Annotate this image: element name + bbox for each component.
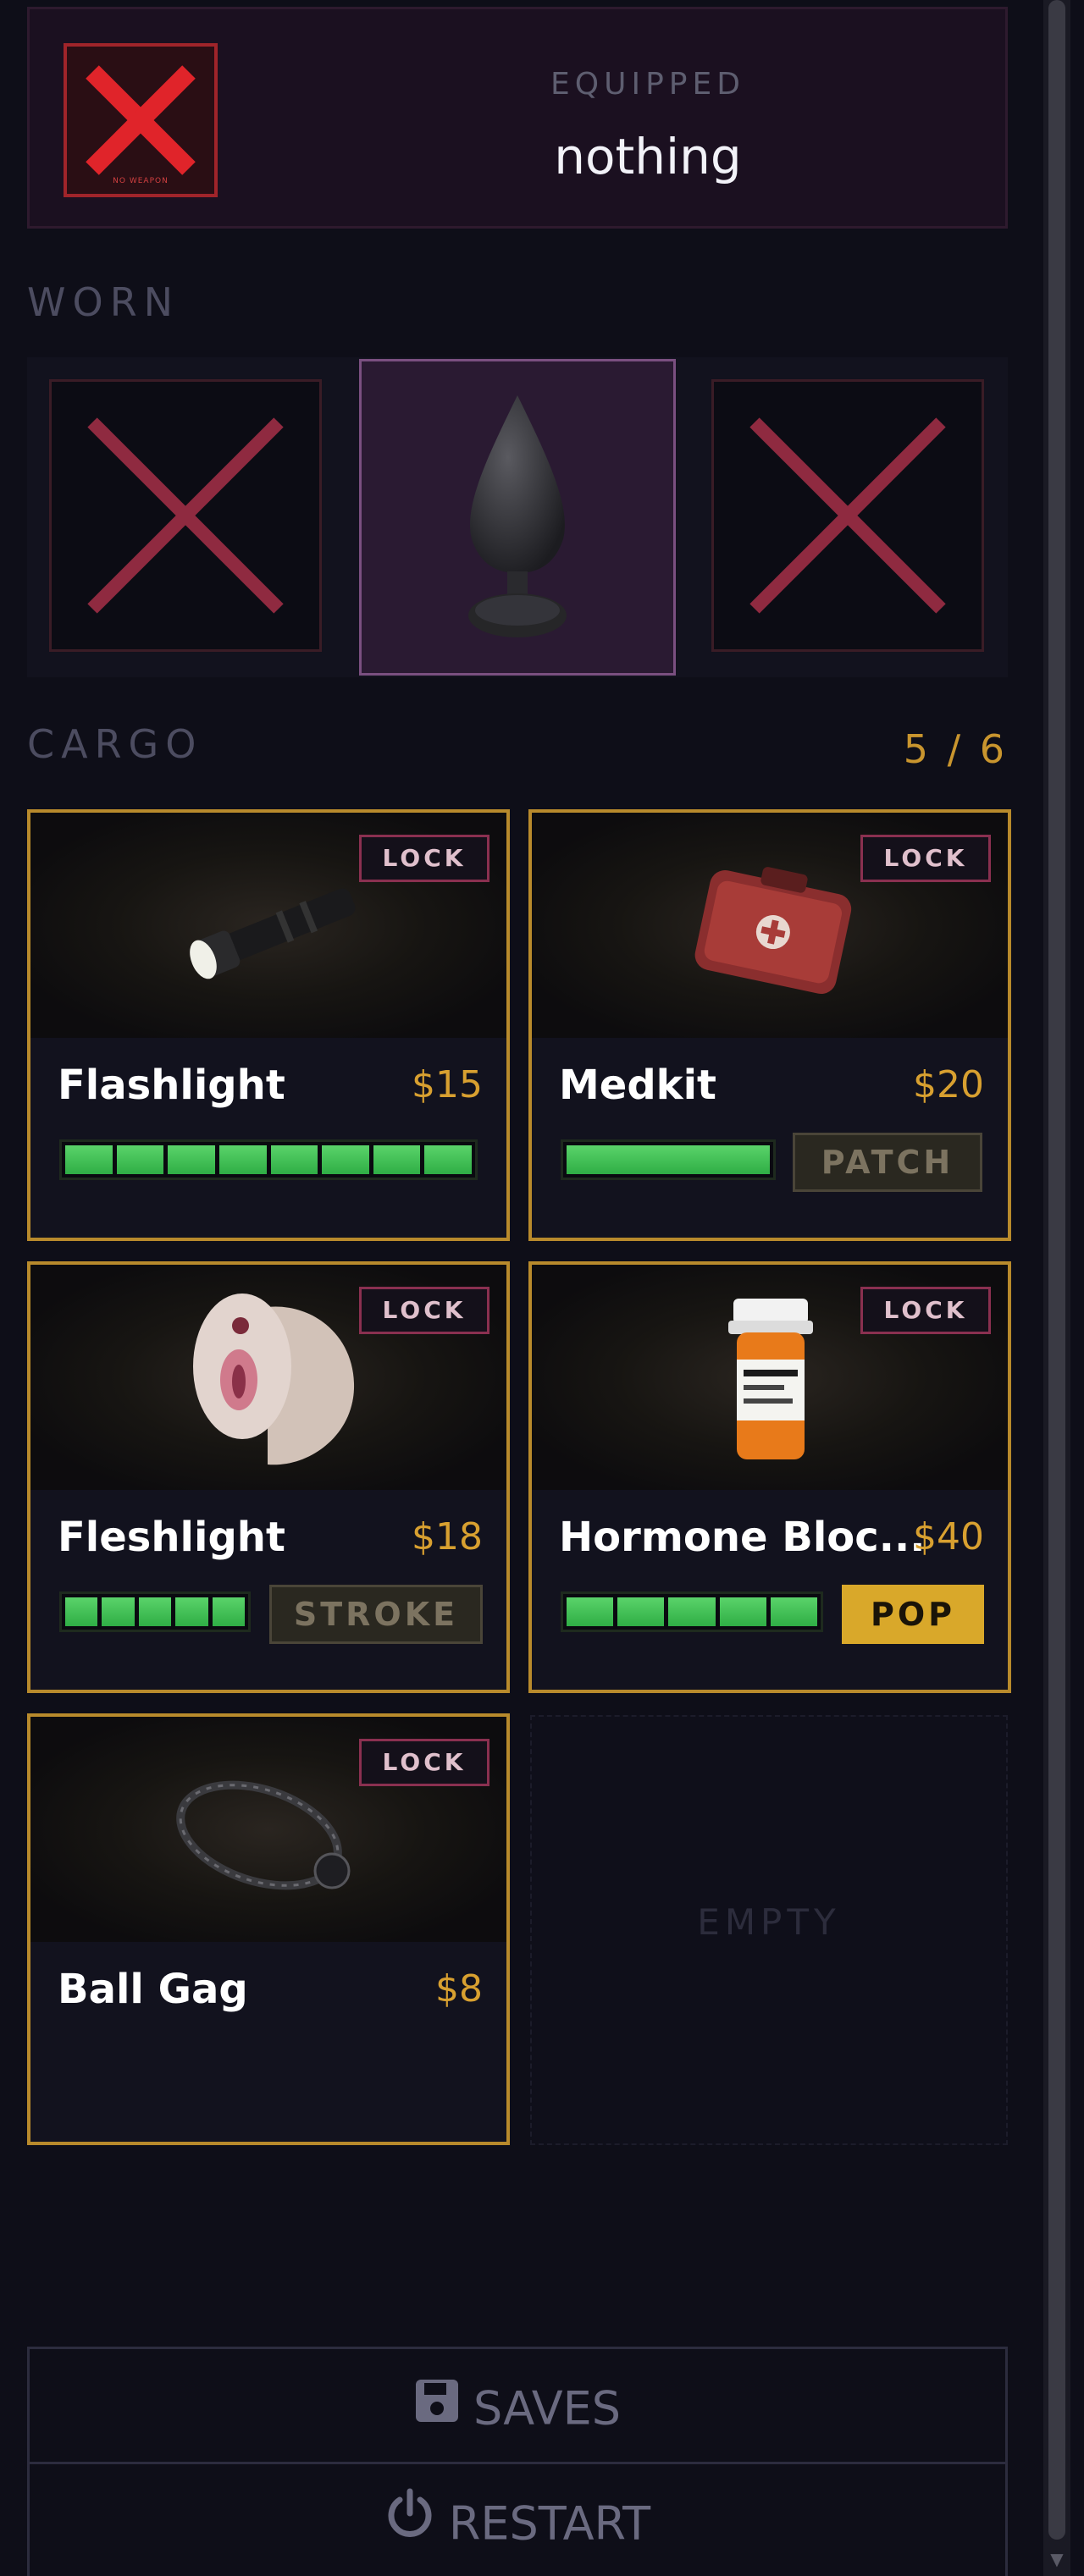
equipped-panel: NO WEAPON EQUIPPED nothing	[27, 7, 1008, 229]
power-icon	[384, 2467, 435, 2576]
lock-button[interactable]: LOCK	[860, 835, 991, 882]
bar-segment	[322, 1145, 369, 1174]
no-weapon-text: NO WEAPON	[113, 177, 169, 185]
item-image: LOCK	[30, 1265, 506, 1490]
durability-bar	[59, 1591, 251, 1632]
bar-segment	[102, 1597, 135, 1626]
scroll-down-arrow-icon[interactable]: ▼	[1043, 2547, 1070, 2571]
bar-segment	[65, 1597, 98, 1626]
scrollbar[interactable]: ▼	[1043, 0, 1070, 2576]
lock-button[interactable]: LOCK	[359, 835, 489, 882]
cargo-item-flashlight[interactable]: LOCK Flashlight $15	[27, 809, 510, 1241]
bar-segment	[175, 1597, 208, 1626]
saves-label: SAVES	[473, 2381, 622, 2435]
worn-label: WORN	[27, 279, 180, 325]
stroke-button[interactable]: STROKE	[269, 1585, 483, 1644]
item-info: Hormone Bloc... $40 POP	[532, 1490, 1008, 1690]
item-name: Medkit	[559, 1062, 716, 1109]
item-name: Fleshlight	[58, 1514, 285, 1561]
bar-segment	[424, 1145, 472, 1174]
cargo-item-ball-gag[interactable]: LOCK Ball Gag $8	[27, 1713, 510, 2145]
bar-segment	[617, 1597, 665, 1626]
equipped-caption: EQUIPPED	[550, 67, 745, 102]
save-icon	[414, 2352, 460, 2465]
cargo-item-fleshlight[interactable]: LOCK Fleshlight $18 STROKE	[27, 1261, 510, 1693]
pop-button[interactable]: POP	[842, 1585, 984, 1644]
empty-label: EMPTY	[697, 1901, 841, 1943]
bar-segment	[373, 1145, 421, 1174]
item-image: LOCK	[532, 813, 1008, 1038]
item-price: $8	[435, 1967, 483, 2011]
bar-segment	[770, 1597, 818, 1626]
saves-button[interactable]: SAVES	[27, 2347, 1008, 2465]
plug-icon	[468, 395, 567, 637]
item-image: LOCK	[30, 813, 506, 1038]
bar-segment	[218, 1145, 267, 1174]
bar-segment	[567, 1597, 614, 1626]
bar-segment	[567, 1145, 770, 1174]
cargo-item-hormone-blocker[interactable]: LOCK Hormone Bloc... $40 POP	[528, 1261, 1011, 1693]
item-name: Hormone Bloc...	[559, 1514, 926, 1561]
cargo-count: 5 / 6	[903, 726, 1008, 772]
lock-button[interactable]: LOCK	[860, 1287, 991, 1334]
item-name: Flashlight	[58, 1062, 285, 1109]
item-image: LOCK	[532, 1265, 1008, 1490]
item-price: $18	[412, 1515, 483, 1558]
worn-slot-3[interactable]	[711, 379, 984, 652]
item-info: Medkit $20 PATCH	[532, 1038, 1008, 1238]
worn-slots	[27, 357, 1008, 677]
x-icon	[87, 417, 284, 614]
cargo-empty-slot: EMPTY	[530, 1715, 1008, 2145]
durability-bar	[561, 1139, 776, 1180]
durability-bar	[561, 1591, 823, 1632]
worn-slot-2[interactable]	[359, 359, 676, 676]
bar-segment	[138, 1597, 172, 1626]
bar-segment	[668, 1597, 716, 1626]
bar-segment	[116, 1145, 164, 1174]
item-info: Fleshlight $18 STROKE	[30, 1490, 506, 1690]
bar-segment	[168, 1145, 215, 1174]
item-info: Ball Gag $8	[30, 1942, 506, 2142]
equipped-value: nothing	[554, 128, 742, 185]
durability-bar	[59, 1139, 478, 1180]
item-image: LOCK	[30, 1717, 506, 1942]
cargo-item-medkit[interactable]: LOCK Medkit $20 PATCH	[528, 809, 1011, 1241]
worn-slot-1[interactable]	[49, 379, 322, 652]
restart-label: RESTART	[448, 2496, 651, 2551]
bar-segment	[212, 1597, 246, 1626]
cargo-label: CARGO	[27, 721, 203, 767]
scrollbar-thumb[interactable]	[1048, 0, 1065, 2540]
bar-segment	[65, 1145, 113, 1174]
bar-segment	[719, 1597, 766, 1626]
item-price: $15	[412, 1063, 483, 1106]
patch-button[interactable]: PATCH	[793, 1133, 982, 1192]
lock-button[interactable]: LOCK	[359, 1287, 489, 1334]
item-name: Ball Gag	[58, 1966, 248, 2013]
lock-button[interactable]: LOCK	[359, 1739, 489, 1786]
item-info: Flashlight $15	[30, 1038, 506, 1238]
restart-button[interactable]: RESTART	[27, 2462, 1008, 2576]
item-price: $40	[913, 1515, 984, 1558]
item-price: $20	[913, 1063, 984, 1106]
x-icon	[749, 417, 946, 614]
no-weapon-icon: NO WEAPON	[64, 43, 218, 197]
bar-segment	[270, 1145, 318, 1174]
